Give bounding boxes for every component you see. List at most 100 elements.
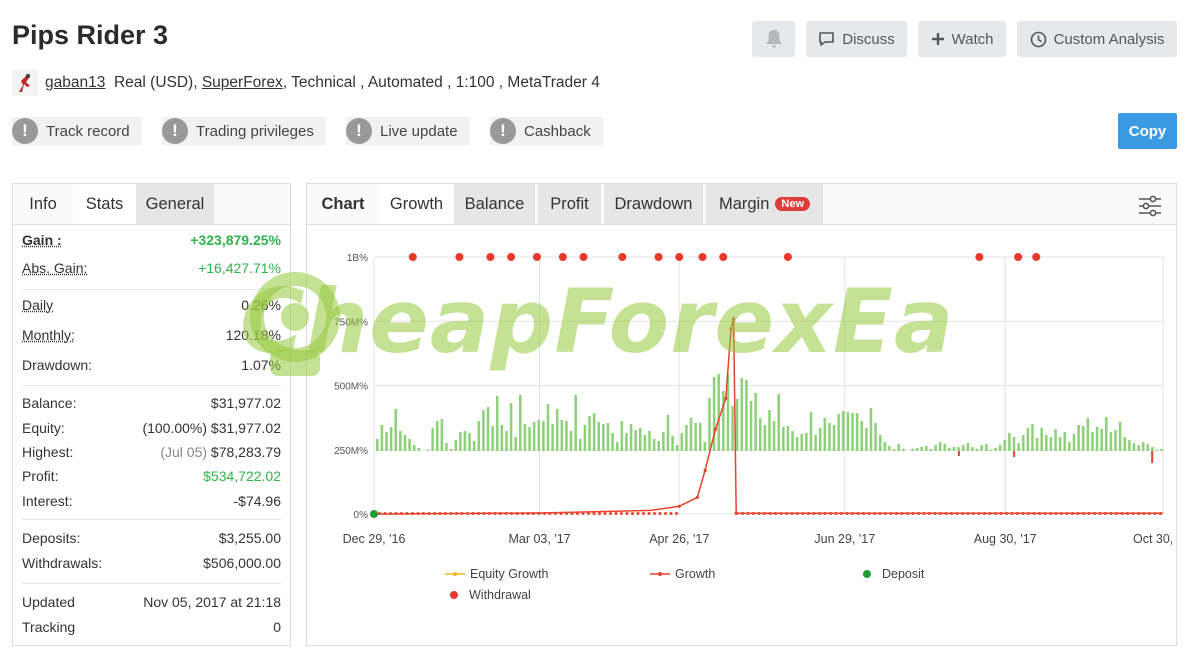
legend-withdrawal[interactable]: Withdrawal — [449, 588, 531, 602]
stat-label: Updated — [22, 594, 75, 610]
settings-sliders-icon[interactable] — [1138, 195, 1162, 222]
legend-deposit-marker — [863, 570, 871, 578]
daily-bar — [754, 393, 757, 451]
daily-bar — [722, 391, 725, 451]
y-tick-label: 750M% — [334, 317, 368, 328]
growth-point — [911, 512, 915, 515]
y-tick-label: 0% — [354, 510, 369, 521]
daily-bar — [449, 449, 453, 451]
daily-bar — [385, 432, 388, 451]
deposit-marker — [370, 510, 378, 518]
growth-point — [988, 512, 992, 515]
broker-link[interactable]: SuperForex — [202, 74, 283, 92]
discuss-button[interactable]: Discuss — [806, 21, 907, 57]
plus-icon — [931, 33, 944, 45]
growth-point — [658, 512, 662, 515]
withdrawal-marker — [455, 253, 464, 261]
daily-bar — [509, 403, 513, 451]
watch-label: Watch — [951, 30, 994, 48]
daily-bar — [394, 409, 397, 451]
legend-label: Withdrawal — [469, 588, 531, 602]
growth-point — [1137, 512, 1140, 515]
growth-point — [1021, 512, 1025, 515]
growth-point — [1032, 512, 1036, 515]
growth-point — [1126, 512, 1129, 515]
stat-highest-date: (Jul 05) — [160, 444, 208, 460]
tab-profit[interactable]: Profit — [538, 184, 601, 224]
badge-trading-privileges[interactable]: ! Trading privileges — [162, 117, 326, 145]
daily-bar — [874, 423, 877, 451]
growth-point — [977, 512, 981, 515]
tab-growth[interactable]: Growth — [379, 184, 454, 224]
withdrawal-marker — [719, 253, 728, 261]
growth-point — [944, 512, 948, 515]
stat-value: (100.00%) $31,977.02 — [142, 420, 281, 436]
x-tick-label: Jun 29, '17 — [814, 532, 875, 546]
growth-point — [576, 512, 579, 515]
stats-tabs: Info Stats General — [13, 184, 290, 225]
custom-analysis-button[interactable]: Custom Analysis — [1017, 21, 1177, 57]
daily-bar — [1081, 426, 1085, 451]
badge-track-record[interactable]: ! Track record — [12, 117, 142, 145]
notification-button[interactable] — [752, 21, 795, 57]
daily-bar — [782, 427, 785, 451]
legend-equity-growth[interactable]: Equity Growth — [445, 567, 549, 581]
withdrawal-marker — [558, 253, 567, 261]
growth-point — [763, 512, 766, 515]
growth-point — [906, 512, 909, 515]
growth-chart[interactable]: 0% 250M% 500M% 750M% 1B% Dec 29, '16 Mar 03, '… — [307, 226, 1176, 646]
growth-point — [774, 512, 777, 515]
exclamation-icon: ! — [12, 118, 38, 144]
tab-info[interactable]: Info — [13, 184, 73, 224]
daily-bar — [985, 444, 988, 451]
tab-balance[interactable]: Balance — [454, 184, 535, 224]
growth-point — [636, 512, 640, 515]
badge-label: Trading privileges — [196, 122, 314, 140]
daily-bar — [865, 428, 868, 451]
growth-point — [532, 512, 535, 515]
legend-deposit[interactable]: Deposit — [862, 567, 924, 581]
x-tick-label: Apr 26, '17 — [649, 532, 709, 546]
tab-drawdown[interactable]: Drawdown — [604, 184, 703, 224]
growth-point — [493, 512, 497, 515]
user-link[interactable]: gaban13 — [45, 74, 105, 92]
daily-bar — [1077, 425, 1080, 451]
daily-bar — [472, 441, 476, 451]
stat-label[interactable]: Gain : — [22, 232, 62, 248]
tab-margin[interactable]: Margin New — [706, 184, 823, 224]
daily-bar — [611, 433, 614, 451]
stat-label[interactable]: Abs. Gain: — [22, 260, 87, 276]
system-details: , Technical , Automated , 1:100 , MetaTr… — [282, 74, 600, 91]
stat-label[interactable]: Daily — [22, 297, 53, 313]
tab-general[interactable]: General — [136, 184, 214, 224]
daily-bar — [542, 421, 545, 451]
daily-bar — [579, 439, 582, 451]
badge-cashback[interactable]: ! Cashback — [490, 117, 603, 145]
daily-bar — [791, 431, 794, 451]
daily-bar — [1123, 437, 1127, 451]
badge-live-update[interactable]: ! Live update — [346, 117, 470, 145]
growth-point — [917, 512, 920, 515]
growth-point — [598, 512, 601, 515]
growth-point — [548, 512, 552, 515]
growth-point — [812, 512, 816, 515]
page-title: Pips Rider 3 — [12, 20, 169, 50]
daily-bar — [888, 446, 891, 451]
daily-bar — [929, 449, 933, 451]
daily-bar — [477, 421, 481, 451]
stat-label[interactable]: Monthly: — [22, 327, 75, 343]
avatar[interactable] — [12, 70, 38, 96]
stat-value: $78,283.79 — [210, 444, 281, 460]
legend-growth[interactable]: Growth — [650, 567, 715, 581]
tab-stats[interactable]: Stats — [73, 184, 136, 224]
tab-chart[interactable]: Chart — [307, 184, 379, 224]
watch-button[interactable]: Watch — [918, 21, 1006, 57]
growth-point — [642, 512, 645, 515]
stat-abs-gain: Abs. Gain: +16,427.71% — [22, 255, 281, 281]
legend-label: Growth — [675, 567, 716, 581]
copy-button[interactable]: Copy — [1118, 113, 1177, 149]
growth-point — [675, 512, 678, 515]
stat-withdrawals: Withdrawals: $506,000.00 — [22, 551, 281, 575]
daily-bar — [606, 423, 610, 451]
daily-bar — [680, 433, 684, 451]
